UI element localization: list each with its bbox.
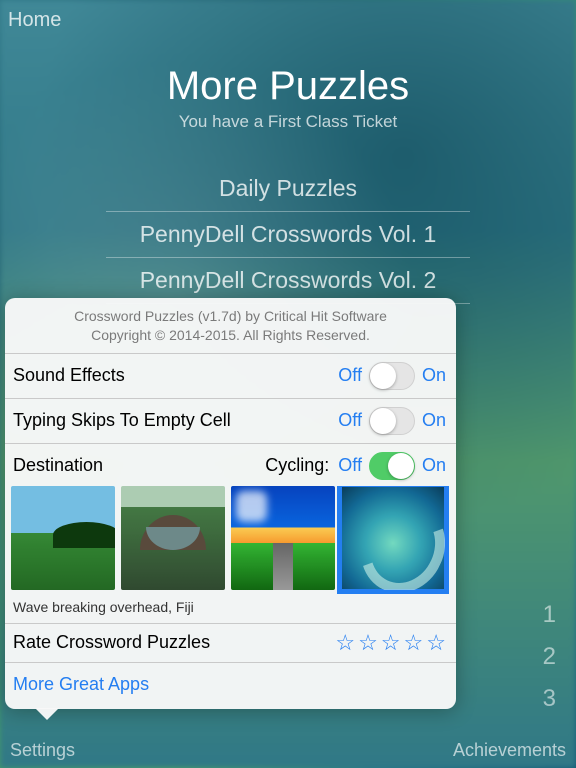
bg-number: 1 [543,601,556,629]
list-item[interactable]: Daily Puzzles [106,166,470,212]
cycling-label: Cycling: [265,455,329,476]
rate-label: Rate Crossword Puzzles [13,632,335,653]
star-icon[interactable]: ☆ [404,632,424,654]
about-line: Copyright © 2014-2015. All Rights Reserv… [15,326,446,345]
typing-skips-row: Typing Skips To Empty Cell Off On [5,398,456,443]
rating-stars[interactable]: ☆ ☆ ☆ ☆ ☆ [335,632,446,654]
background-numbers: 1 2 3 [543,601,556,713]
achievements-button[interactable]: Achievements [453,740,566,761]
star-icon[interactable]: ☆ [335,632,355,654]
page-subtitle: You have a First Class Ticket [0,112,576,132]
on-label: On [422,410,446,431]
rate-row[interactable]: Rate Crossword Puzzles ☆ ☆ ☆ ☆ ☆ [5,623,456,662]
off-label: Off [338,410,362,431]
list-item[interactable]: PennyDell Crosswords Vol. 1 [106,212,470,258]
bottom-toolbar: Settings Achievements [0,732,576,768]
destination-thumb[interactable] [231,486,335,590]
typing-skips-label: Typing Skips To Empty Cell [13,410,338,431]
sound-effects-label: Sound Effects [13,365,338,386]
star-icon[interactable]: ☆ [358,632,378,654]
destination-caption: Wave breaking overhead, Fiji [5,595,456,623]
destination-thumb-selected[interactable] [341,486,445,590]
on-label: On [422,455,446,476]
about-line: Crossword Puzzles (v1.7d) by Critical Hi… [15,307,446,326]
about-text: Crossword Puzzles (v1.7d) by Critical Hi… [5,298,456,353]
cycling-toggle[interactable] [369,452,415,480]
destination-thumb[interactable] [11,486,115,590]
more-great-apps-link[interactable]: More Great Apps [5,662,456,709]
sound-effects-row: Sound Effects Off On [5,353,456,398]
on-label: On [422,365,446,386]
star-icon[interactable]: ☆ [381,632,401,654]
star-icon[interactable]: ☆ [426,632,446,654]
sound-effects-toggle[interactable] [369,362,415,390]
page-title: More Puzzles [0,64,576,109]
puzzle-category-list: Daily Puzzles PennyDell Crosswords Vol. … [106,166,470,304]
destination-section: Destination Cycling: Off On Wave breakin… [5,443,456,623]
bg-number: 3 [543,685,556,713]
bg-number: 2 [543,643,556,671]
typing-skips-toggle[interactable] [369,407,415,435]
settings-popover: Crossword Puzzles (v1.7d) by Critical Hi… [5,298,456,709]
off-label: Off [338,455,362,476]
destination-thumb[interactable] [121,486,225,590]
destination-label: Destination [13,455,103,476]
off-label: Off [338,365,362,386]
home-button[interactable]: Home [8,9,61,32]
settings-button[interactable]: Settings [10,740,75,761]
destination-thumbnails [5,486,456,595]
